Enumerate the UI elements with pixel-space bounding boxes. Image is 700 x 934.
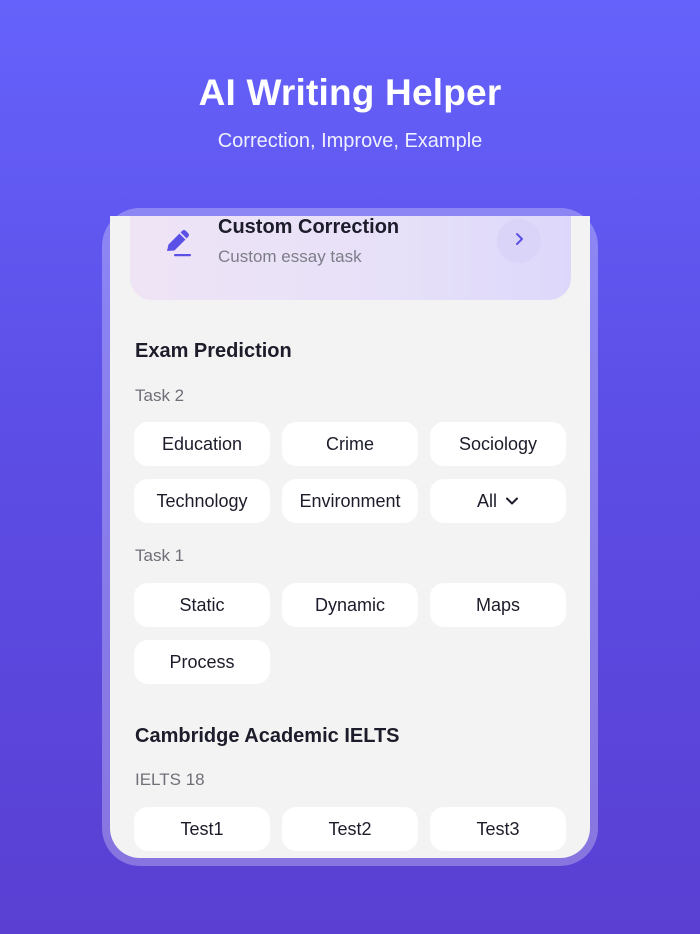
exam-prediction-title: Exam Prediction	[135, 340, 292, 362]
ielts18-label: IELTS 18	[135, 770, 205, 789]
phone-screen: Custom Correction Custom essay task Exam…	[110, 216, 590, 858]
chip-education[interactable]: Education	[134, 422, 270, 466]
chip-test2[interactable]: Test2	[282, 807, 418, 851]
hero-subtitle: Correction, Improve, Example	[217, 130, 483, 152]
task2-label: Task 2	[135, 386, 185, 405]
chip-technology[interactable]: Technology	[134, 479, 270, 523]
custom-correction-card[interactable]: Custom Correction Custom essay task	[130, 216, 571, 300]
chip-crime[interactable]: Crime	[282, 422, 418, 466]
chip-all-label: All	[476, 490, 497, 511]
pencil-icon	[160, 224, 196, 260]
chip-sociology[interactable]: Sociology	[430, 422, 566, 466]
custom-correction-title: Custom Correction	[218, 216, 400, 238]
chevron-right-icon	[512, 232, 526, 251]
chip-test1[interactable]: Test1	[134, 807, 270, 851]
hero-title: AI Writing Helper	[198, 72, 502, 113]
task1-label: Task 1	[135, 546, 185, 565]
cambridge-title: Cambridge Academic IELTS	[135, 725, 400, 747]
chip-all-dropdown[interactable]: All	[430, 479, 566, 523]
custom-correction-subtitle: Custom essay task	[218, 247, 362, 266]
chip-dynamic[interactable]: Dynamic	[282, 583, 418, 627]
chip-static[interactable]: Static	[134, 583, 270, 627]
custom-correction-open-button[interactable]	[497, 219, 541, 263]
chip-process[interactable]: Process	[134, 640, 270, 684]
chip-maps[interactable]: Maps	[430, 583, 566, 627]
chevron-down-icon	[505, 496, 519, 506]
chip-environment[interactable]: Environment	[282, 479, 418, 523]
chip-test3[interactable]: Test3	[430, 807, 566, 851]
